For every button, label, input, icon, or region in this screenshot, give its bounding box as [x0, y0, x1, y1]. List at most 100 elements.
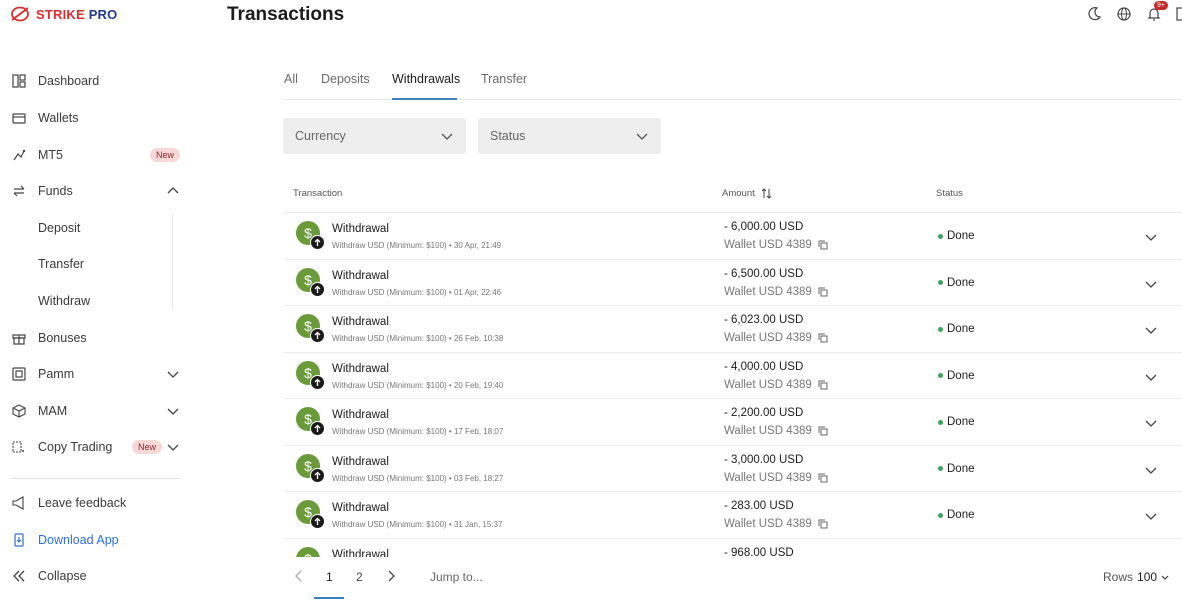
table-row[interactable]: $ Withdrawal Withdraw USD (Minimum: $100) …: [284, 446, 1182, 492]
transaction-title: Withdrawal: [332, 316, 389, 328]
double-chevron-left-icon: [12, 569, 26, 583]
notification-badge: 9+: [1154, 1, 1168, 10]
wallet-info: Wallet USD 4389: [724, 472, 828, 484]
sidebar-item-pamm[interactable]: Pamm: [0, 359, 190, 389]
currency-select-label: Currency: [295, 129, 346, 143]
status-badge: Done: [938, 463, 975, 475]
sidebar-item-label: Funds: [38, 184, 73, 198]
copy-icon[interactable]: [818, 333, 828, 343]
transaction-amount: - 4,000.00 USD: [724, 360, 804, 373]
bell-icon[interactable]: 9+: [1146, 1, 1168, 22]
copy-icon[interactable]: [818, 240, 828, 250]
logo[interactable]: STRIKE PRO: [10, 6, 117, 22]
globe-icon[interactable]: [1116, 6, 1132, 22]
sidebar-item-download-app[interactable]: Download App: [0, 525, 190, 555]
status-label: Done: [947, 416, 975, 428]
table-row[interactable]: $ Withdrawal - 968.00 USD: [284, 539, 1182, 558]
transaction-title: Withdrawal: [332, 548, 389, 558]
transaction-amount: - 2,200.00 USD: [724, 407, 804, 419]
sidebar-item-label: MAM: [38, 404, 68, 418]
expand-chevron-icon[interactable]: [1144, 509, 1158, 528]
prev-page-icon[interactable]: [294, 570, 304, 585]
header-actions: 9+: [1086, 1, 1182, 22]
status-dot: [938, 373, 943, 378]
tab-withdrawals[interactable]: Withdrawals: [392, 72, 460, 86]
table-row[interactable]: $ Withdrawal Withdraw USD (Minimum: $100) …: [284, 260, 1182, 306]
next-page-icon[interactable]: [386, 570, 396, 585]
wallet-label: Wallet USD 4389: [724, 378, 812, 391]
sidebar-item-funds[interactable]: Funds: [0, 176, 190, 206]
sidebar-item-collapse[interactable]: Collapse: [0, 561, 190, 591]
table-row[interactable]: $ Withdrawal Withdraw USD (Minimum: $100) …: [284, 353, 1182, 399]
status-dot: [938, 512, 943, 518]
table-row[interactable]: $ Withdrawal Withdraw USD (Minimum: $100) …: [284, 492, 1182, 539]
rows-per-page[interactable]: Rows 100: [1103, 570, 1169, 584]
brand-name-suffix: PRO: [88, 6, 118, 22]
wallet-info: Wallet USD 4389: [724, 425, 828, 437]
transfer-arrows-icon: [12, 184, 26, 198]
sidebar-item-leave-feedback[interactable]: Leave feedback: [0, 488, 190, 518]
tab-transfer[interactable]: Transfer: [481, 72, 527, 86]
copy-icon[interactable]: [818, 426, 828, 436]
table-row[interactable]: $ Withdrawal Withdraw USD (Minimum: $100) …: [284, 213, 1182, 260]
currency-select[interactable]: Currency: [283, 118, 466, 154]
exit-icon[interactable]: [1176, 6, 1182, 22]
active-tab-indicator: [392, 98, 457, 100]
expand-chevron-icon[interactable]: [1144, 277, 1158, 296]
sidebar-item-copy-trading[interactable]: Copy Trading New: [0, 432, 190, 462]
status-select-label: Status: [490, 129, 526, 143]
wallet-label: Wallet USD 4389: [724, 285, 812, 298]
tab-deposits[interactable]: Deposits: [321, 72, 370, 86]
arrow-up-icon: [310, 235, 325, 250]
sidebar-item-dashboard[interactable]: Dashboard: [0, 66, 190, 96]
status-dot: [938, 466, 943, 471]
transaction-title: Withdrawal: [332, 362, 389, 375]
copy-icon[interactable]: [818, 519, 828, 529]
sidebar-item-label: Transfer: [38, 257, 85, 271]
sidebar-item-transfer[interactable]: Transfer: [0, 249, 190, 279]
brand-logo-icon: [11, 6, 29, 22]
copy-icon[interactable]: [818, 287, 828, 297]
sidebar-item-label: MT5: [38, 148, 63, 162]
column-header-amount[interactable]: Amount: [722, 188, 772, 199]
status-badge: Done: [938, 323, 975, 335]
expand-chevron-icon[interactable]: [1144, 230, 1158, 249]
sidebar-item-label: Dashboard: [38, 74, 100, 88]
copy-icon[interactable]: [818, 380, 828, 390]
sidebar-item-mt5[interactable]: MT5 New: [0, 140, 190, 170]
jump-to-input[interactable]: Jump to...: [430, 570, 483, 584]
sidebar-item-wallets[interactable]: Wallets: [0, 103, 190, 133]
wallet-info: Wallet USD 4389: [724, 518, 828, 530]
sidebar-item-deposit[interactable]: Deposit: [0, 213, 190, 243]
sort-icon[interactable]: [761, 188, 772, 199]
transaction-details: Withdraw USD (Minimum: $100) • 26 Feb, 1…: [332, 334, 504, 343]
wallet-label: Wallet USD 4389: [724, 518, 812, 530]
tab-all[interactable]: All: [284, 72, 298, 86]
status-badge: Done: [938, 277, 975, 289]
dashboard-icon: [12, 74, 26, 88]
status-select[interactable]: Status: [478, 118, 661, 154]
sidebar-item-withdraw[interactable]: Withdraw: [0, 286, 190, 316]
column-header-transaction: Transaction: [293, 188, 343, 199]
transaction-title: Withdrawal: [332, 223, 389, 235]
copy-icon[interactable]: [818, 473, 828, 483]
table-row[interactable]: $ Withdrawal Withdraw USD (Minimum: $100) …: [284, 306, 1182, 353]
expand-chevron-icon[interactable]: [1144, 323, 1158, 342]
page-1-button[interactable]: 1: [326, 570, 333, 584]
table-row[interactable]: $ Withdrawal Withdraw USD (Minimum: $100) …: [284, 399, 1182, 446]
page-2-button[interactable]: 2: [356, 570, 363, 584]
transaction-details: Withdraw USD (Minimum: $100) • 01 Apr, 2…: [332, 287, 502, 297]
sidebar: STRIKE PRO Dashboard Wallets MT5 New Fun…: [0, 0, 200, 600]
wallet-label: Wallet USD 4389: [724, 332, 812, 344]
moon-icon[interactable]: [1086, 6, 1102, 22]
brand-name-main: STRIKE: [36, 6, 85, 22]
column-header-amount-label: Amount: [722, 188, 755, 199]
status-badge: Done: [938, 230, 975, 242]
sidebar-item-bonuses[interactable]: Bonuses: [0, 323, 190, 353]
expand-chevron-icon[interactable]: [1144, 370, 1158, 389]
expand-chevron-icon[interactable]: [1144, 463, 1158, 482]
status-badge: Done: [938, 416, 975, 428]
sidebar-item-mam[interactable]: MAM: [0, 396, 190, 426]
expand-chevron-icon[interactable]: [1144, 416, 1158, 435]
status-dot: [938, 280, 943, 285]
